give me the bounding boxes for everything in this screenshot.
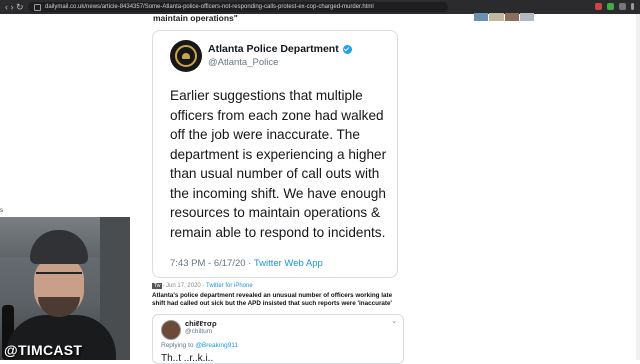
extension-icon[interactable]	[595, 3, 602, 10]
tweet-separator: ·	[245, 258, 254, 269]
article-left-text-fragment: s	[0, 208, 3, 214]
embedded-tweet-reply[interactable]: chiℓℓтσρ @chiltum ⌄ Replying to @Breakin…	[152, 314, 404, 364]
page-scrollbar[interactable]	[636, 14, 640, 360]
channel-watermark: @TIMCAST	[4, 342, 83, 358]
tweet-author-name[interactable]: Atlanta Police Department	[208, 43, 352, 55]
tweet-time[interactable]: 7:43 PM - 6/17/20	[170, 258, 246, 269]
address-bar[interactable]: dailymail.co.uk/news/article-8434357/Som…	[28, 2, 448, 12]
lock-icon	[34, 3, 41, 11]
reply-prefix: Replying to	[161, 342, 196, 349]
tweet-timestamp-row: 7:43 PM - 6/17/20 · Twitter Web App	[170, 258, 323, 269]
tweet-author-name[interactable]: chiℓℓтσρ	[185, 319, 217, 328]
address-bar-url: dailymail.co.uk/news/article-8434357/Som…	[45, 4, 374, 10]
tweet-author-handle[interactable]: @Atlanta_Police	[208, 57, 278, 68]
verified-badge-icon	[342, 44, 352, 54]
police-seal-icon	[175, 45, 197, 67]
webcam-overlay	[0, 217, 130, 360]
tweet-source-link[interactable]: Twitter Web App	[254, 258, 323, 269]
extension-icon[interactable]	[607, 3, 614, 10]
tweet-meta-date: - Jun 17, 2020 ·	[162, 283, 206, 289]
tweet-author-handle[interactable]: @chiltum	[185, 328, 212, 335]
extension-icons	[595, 3, 634, 10]
image-caption: Atlanta's police department revealed an …	[152, 292, 393, 307]
browser-toolbar: ‹ › ↻ dailymail.co.uk/news/article-84343…	[0, 0, 640, 14]
tweet-meta-source-link[interactable]: Twitter for iPhone	[206, 283, 253, 289]
article-quote-text: maintain operations"	[153, 13, 238, 23]
embedded-tweet[interactable]: Atlanta Police Department @Atlanta_Polic…	[152, 30, 398, 278]
police-badge-avatar[interactable]	[170, 40, 202, 72]
menu-icon[interactable]	[631, 3, 634, 10]
tweet-text: Th..t ..r..k.i..	[161, 353, 214, 364]
tweet-text: Earlier suggestions that multiple office…	[170, 88, 387, 240]
reply-context: Replying to @Breaking911	[161, 342, 238, 349]
reply-mention-link[interactable]: @Breaking911	[195, 342, 238, 349]
extension-icon[interactable]	[619, 3, 626, 10]
chevron-down-icon[interactable]: ⌄	[391, 317, 397, 325]
twitter-badge-icon: Tw	[152, 283, 163, 289]
ad-thumbnail-strip[interactable]	[474, 13, 534, 21]
tweet-meta-line: Tw - Jun 17, 2020 · Twitter for iPhone	[152, 283, 253, 289]
avatar[interactable]	[161, 320, 181, 340]
browser-nav-buttons[interactable]: ‹ › ↻	[5, 0, 24, 14]
